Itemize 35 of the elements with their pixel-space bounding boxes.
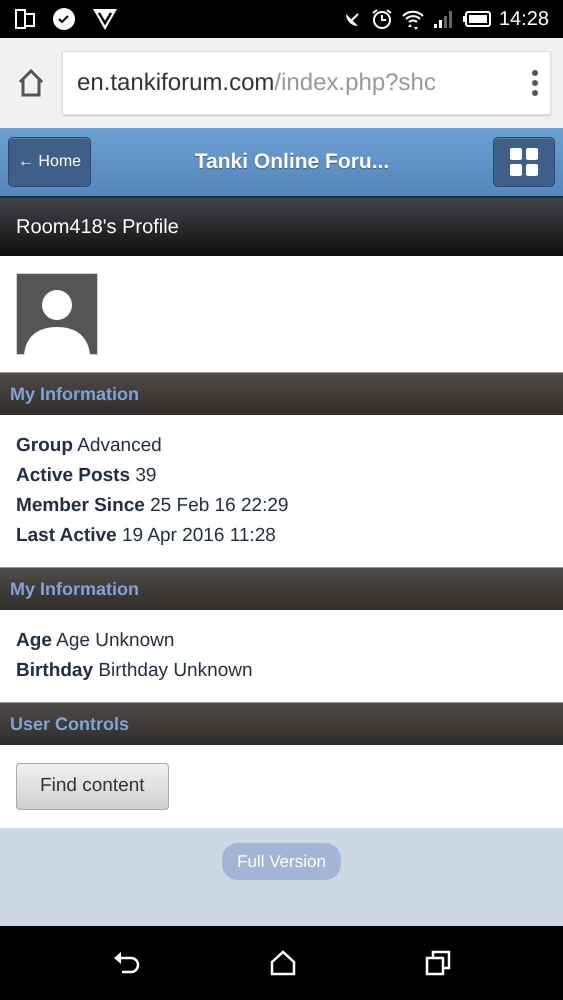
field-value: Advanced [77, 435, 162, 456]
field-value: Age Unknown [56, 630, 174, 651]
check-badge-icon [52, 7, 76, 31]
section-header: My Information [10, 578, 139, 601]
field-label: Group [16, 435, 73, 456]
field-label: Active Posts [16, 465, 130, 486]
wifi-icon [400, 8, 425, 30]
url-field[interactable]: en.tankiforum.com/index.php?shc [62, 51, 551, 115]
v-shield-icon [92, 7, 118, 31]
home-icon[interactable] [270, 950, 296, 976]
home-icon[interactable] [16, 68, 46, 98]
section-header: User Controls [10, 712, 130, 736]
battery-icon [462, 11, 491, 27]
field-value: Birthday Unknown [98, 660, 253, 681]
field-value: 39 [135, 465, 156, 486]
status-time: 14:28 [498, 7, 549, 32]
dual-screen-icon [14, 8, 36, 30]
profile-title: Room418's Profile [16, 215, 179, 240]
signal-bars-icon [432, 9, 455, 29]
grid-menu-button[interactable] [493, 137, 555, 187]
section-header: My Information [10, 382, 139, 406]
field-label: Age [16, 630, 52, 651]
field-value: 25 Feb 16 22:29 [150, 495, 288, 516]
field-label: Member Since [16, 495, 145, 516]
back-icon[interactable] [112, 950, 140, 976]
grid-icon [510, 148, 538, 176]
home-button[interactable]: ← Home [8, 137, 91, 187]
field-label: Last Active [16, 525, 117, 546]
field-value: 19 Apr 2016 11:28 [122, 525, 276, 546]
header-title: Tanki Online Foru... [194, 149, 390, 176]
field-label: Birthday [16, 660, 94, 681]
recent-apps-icon[interactable] [424, 950, 450, 976]
alarm-clock-icon [370, 8, 393, 30]
more-options-icon[interactable] [530, 69, 540, 97]
find-content-button[interactable]: Find content [16, 763, 169, 810]
